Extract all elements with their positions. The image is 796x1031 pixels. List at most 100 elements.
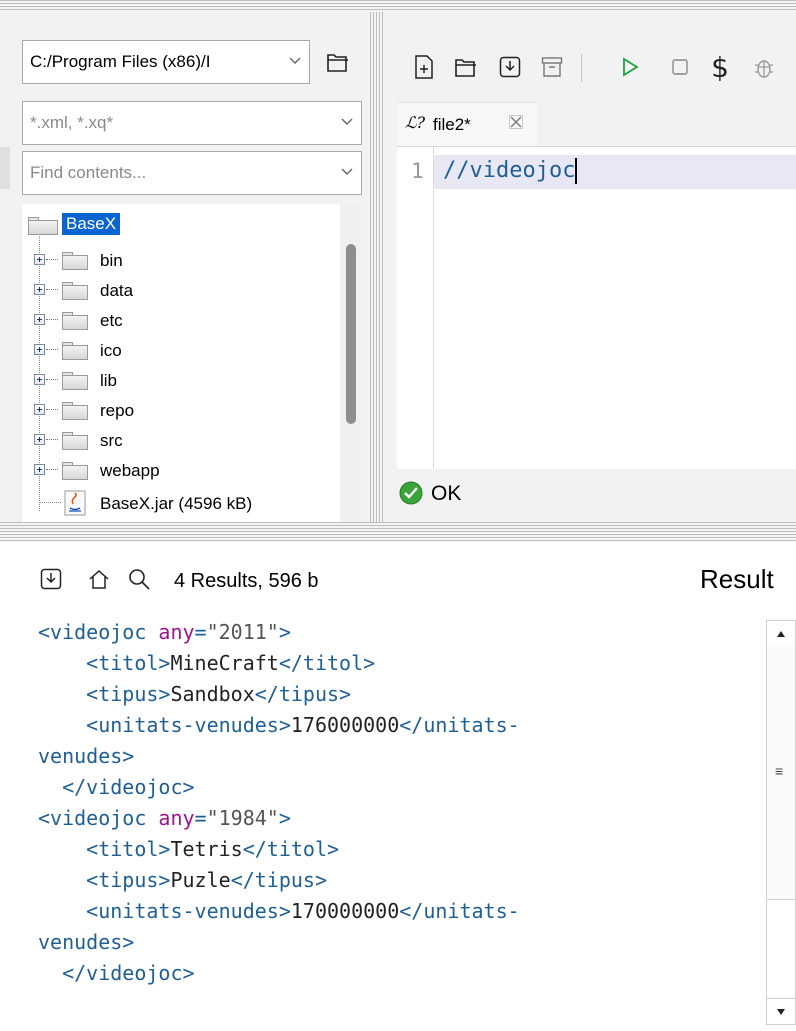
new-file-icon bbox=[415, 55, 433, 79]
filter-placeholder: *.xml, *.xq* bbox=[30, 113, 114, 132]
path-combo-value: C:/Program Files (x86)/I bbox=[30, 52, 211, 71]
caret-up-icon bbox=[777, 631, 785, 637]
tree-scrollbar-thumb[interactable] bbox=[346, 244, 356, 424]
search-button[interactable] bbox=[124, 564, 154, 594]
project-panel: C:/Program Files (x86)/I *.xml, *.xq* Fi… bbox=[0, 12, 370, 522]
result-line: <videojoc any="1984"> bbox=[38, 806, 291, 830]
tree-scrollbar[interactable] bbox=[340, 204, 362, 522]
tree-item-label: lib bbox=[100, 371, 118, 390]
expand-icon[interactable] bbox=[34, 404, 45, 415]
save-button[interactable] bbox=[493, 50, 527, 84]
toolbar-separator bbox=[581, 54, 582, 82]
tree-item-bin[interactable]: bin bbox=[22, 246, 362, 276]
tree-item-src[interactable]: src bbox=[22, 426, 362, 456]
result-line: venudes> bbox=[38, 744, 135, 768]
result-line: <tipus>Sandbox</tipus> bbox=[86, 682, 352, 706]
expand-icon[interactable] bbox=[34, 254, 45, 265]
debug-button[interactable] bbox=[749, 50, 779, 84]
tab-file2[interactable]: ℒ? file2* bbox=[397, 102, 537, 147]
folder-icon bbox=[62, 402, 88, 420]
expand-icon[interactable] bbox=[34, 284, 45, 295]
filter-combo[interactable]: *.xml, *.xq* bbox=[22, 101, 362, 145]
expand-icon[interactable] bbox=[34, 374, 45, 385]
folder-icon bbox=[62, 252, 88, 270]
dollar-icon: $ bbox=[711, 50, 729, 84]
panel-edge bbox=[0, 147, 10, 189]
folder-open-icon bbox=[28, 217, 58, 235]
editor-toolbar: $ bbox=[383, 12, 796, 86]
check-circle-icon bbox=[399, 481, 423, 505]
code-editor[interactable]: 1 //videojoc bbox=[397, 146, 796, 469]
tab-label: file2* bbox=[433, 115, 471, 134]
java-file-icon bbox=[64, 490, 86, 516]
vertical-splitter[interactable] bbox=[370, 12, 383, 522]
file-tree[interactable]: BaseX bin data etc ico lib repo src webapp Base… bbox=[22, 204, 362, 522]
new-file-button[interactable] bbox=[407, 50, 441, 84]
folder-icon bbox=[62, 282, 88, 300]
text-cursor bbox=[575, 158, 578, 184]
line-gutter bbox=[397, 147, 434, 469]
stop-button[interactable] bbox=[665, 50, 695, 84]
tree-item-ico[interactable]: ico bbox=[22, 336, 362, 366]
tree-item-label: webapp bbox=[100, 461, 160, 480]
tree-item-label: repo bbox=[100, 401, 135, 420]
result-line: <titol>MineCraft</titol> bbox=[86, 651, 376, 675]
tree-item-lib[interactable]: lib bbox=[22, 366, 362, 396]
expand-icon[interactable] bbox=[34, 464, 45, 475]
code-line: //videojoc bbox=[443, 158, 578, 184]
tree-item-basex-jar[interactable]: BaseX.jar (4596 kB) bbox=[22, 486, 342, 520]
tree-item-label: BaseX.jar (4596 kB) bbox=[100, 494, 253, 513]
status-text: OK bbox=[431, 482, 462, 505]
result-panel: 4 Results, 596 b Result <videojoc any="2… bbox=[0, 542, 796, 1031]
search-icon bbox=[129, 569, 150, 590]
result-line: <videojoc any="2011"> bbox=[38, 620, 291, 644]
result-line: <titol>Tetris</titol> bbox=[86, 837, 340, 861]
folder-open-icon bbox=[327, 54, 348, 72]
scroll-down-button[interactable] bbox=[767, 998, 795, 1025]
scroll-up-button[interactable] bbox=[767, 621, 795, 648]
path-combo[interactable]: C:/Program Files (x86)/I bbox=[22, 40, 310, 84]
close-file-button[interactable] bbox=[535, 50, 569, 84]
find-contents-combo[interactable]: Find contents... bbox=[22, 151, 362, 195]
tree-item-label: ico bbox=[100, 341, 122, 360]
archive-icon bbox=[541, 57, 563, 77]
variables-button[interactable]: $ bbox=[705, 48, 735, 86]
result-panel-title: Result bbox=[700, 564, 774, 594]
run-button[interactable] bbox=[615, 50, 645, 84]
tree-root[interactable]: BaseX bbox=[22, 204, 342, 238]
xquery-file-icon: ℒ? bbox=[405, 113, 426, 132]
tab-close-icon[interactable] bbox=[509, 115, 523, 134]
folder-icon bbox=[62, 432, 88, 450]
play-icon bbox=[623, 57, 639, 77]
bug-icon bbox=[755, 60, 773, 78]
result-line: venudes> bbox=[38, 930, 135, 954]
browse-folder-button[interactable] bbox=[318, 44, 358, 80]
result-scrollbar[interactable]: ≡ bbox=[766, 620, 796, 1025]
result-line: <tipus>Puzle</tipus> bbox=[86, 868, 328, 892]
result-line: </videojoc> bbox=[62, 775, 195, 799]
top-splitter[interactable] bbox=[0, 0, 796, 12]
home-button[interactable] bbox=[84, 564, 114, 594]
expand-icon[interactable] bbox=[34, 314, 45, 325]
editor-panel: $ ℒ? file2* 1 //videojoc OK bbox=[383, 12, 796, 522]
find-placeholder: Find contents... bbox=[30, 163, 147, 182]
tree-item-data[interactable]: data bbox=[22, 276, 362, 306]
tree-item-repo[interactable]: repo bbox=[22, 396, 362, 426]
editor-status: OK bbox=[397, 474, 796, 518]
chevron-down-icon bbox=[341, 166, 353, 180]
save-icon bbox=[499, 56, 521, 78]
open-file-button[interactable] bbox=[449, 50, 483, 84]
result-summary: 4 Results, 596 b bbox=[174, 570, 319, 592]
export-button[interactable] bbox=[36, 564, 66, 594]
expand-icon[interactable] bbox=[34, 344, 45, 355]
tree-item-etc[interactable]: etc bbox=[22, 306, 362, 336]
tree-item-webapp[interactable]: webapp bbox=[22, 456, 362, 486]
result-line: </videojoc> bbox=[62, 961, 195, 985]
expand-icon[interactable] bbox=[34, 434, 45, 445]
tree-item-label: bin bbox=[100, 251, 123, 270]
result-line: <unitats-venudes>170000000</unitats- bbox=[86, 899, 520, 923]
horizontal-splitter[interactable] bbox=[0, 522, 796, 542]
result-scrollbar-thumb[interactable]: ≡ bbox=[767, 647, 795, 900]
tree-item-label: data bbox=[100, 281, 134, 300]
folder-icon bbox=[62, 312, 88, 330]
